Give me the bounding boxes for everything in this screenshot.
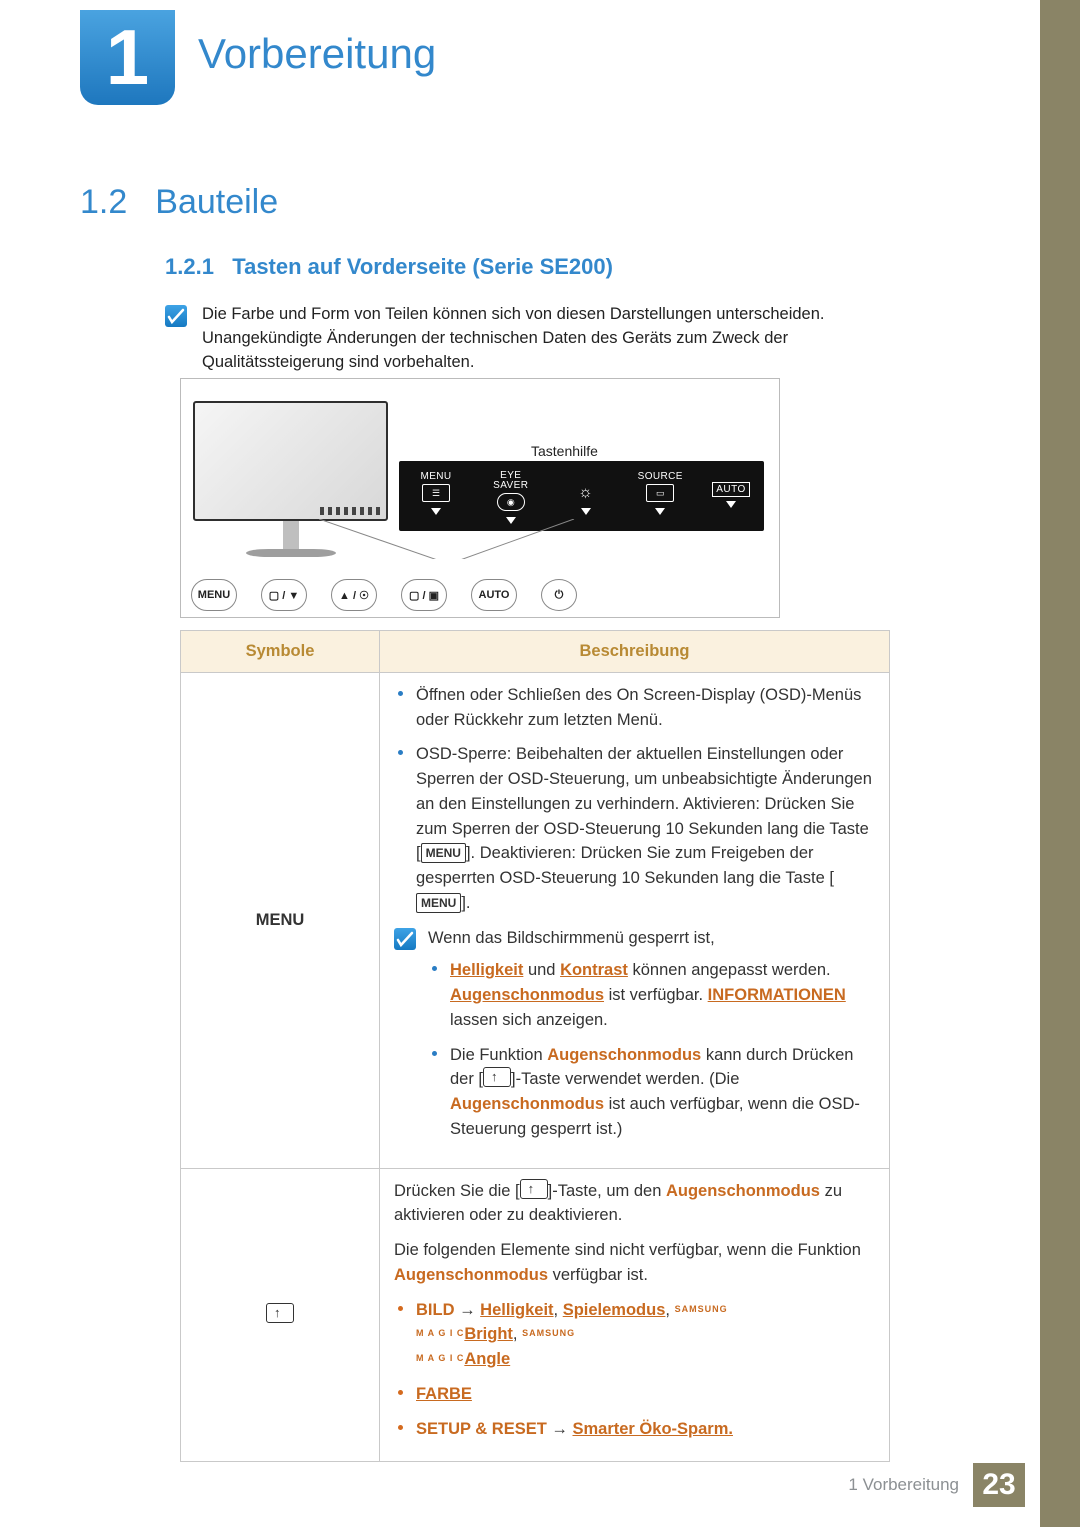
text: ]-Taste, um den xyxy=(548,1182,666,1200)
panel-source: SOURCE ▭ xyxy=(635,471,685,515)
link-kontrast[interactable]: Kontrast xyxy=(560,961,628,979)
link-augenschonmodus[interactable]: Augenschonmodus xyxy=(450,986,604,1004)
panel-menu: MENU ☰ xyxy=(411,471,461,515)
panel-eye-saver: EYESAVER ◉ xyxy=(486,471,536,524)
circ-eye: ▢ / ▼ xyxy=(261,579,307,611)
note-icon xyxy=(165,305,187,327)
panel-menu-label: MENU xyxy=(411,471,461,482)
text: Augenschonmodus xyxy=(450,1095,604,1113)
footer: 1 Vorbereitung 23 xyxy=(848,1463,1025,1507)
button-help-panel: MENU ☰ EYESAVER ◉ ☼ SOURCE ▭ AUTO xyxy=(399,461,764,531)
arrow-icon: → xyxy=(547,1420,573,1438)
note-block: Die Farbe und Form von Teilen können sic… xyxy=(165,303,895,375)
desc-menu: Öffnen oder Schließen des On Screen-Disp… xyxy=(380,672,890,1168)
right-sidebar xyxy=(1040,0,1080,1527)
page-number: 23 xyxy=(973,1463,1025,1507)
list-item: Öffnen oder Schließen des On Screen-Disp… xyxy=(416,683,875,733)
sym-eye xyxy=(181,1168,380,1462)
symbol-description-table: Symbole Beschreibung MENU Öffnen oder Sc… xyxy=(180,630,890,1462)
text: Augenschonmodus xyxy=(394,1266,548,1284)
circ-up: ▲ / ☉ xyxy=(331,579,377,611)
circ-power: ⏻ xyxy=(541,579,577,611)
monitor-illustration xyxy=(193,401,388,557)
inline-note: Wenn das Bildschirmmenü gesperrt ist, He… xyxy=(394,926,875,1152)
th-description: Beschreibung xyxy=(380,631,890,673)
arrow-icon: → xyxy=(455,1301,481,1319)
text: ]. xyxy=(461,894,470,912)
text: , xyxy=(665,1301,674,1319)
link-farbe[interactable]: FARBE xyxy=(416,1385,472,1403)
menu-chip: MENU xyxy=(421,843,466,863)
text: Augenschonmodus xyxy=(666,1182,820,1200)
text: ]. Deaktivieren: Drücken Sie zum Freigeb… xyxy=(416,844,834,887)
link-informationen[interactable]: INFORMATIONEN xyxy=(708,986,846,1004)
link-helligkeit[interactable]: Helligkeit xyxy=(450,961,523,979)
panel-label: Tastenhilfe xyxy=(531,443,598,459)
circ-menu: MENU xyxy=(191,579,237,611)
subsection-heading: 1.2.1 Tasten auf Vorderseite (Serie SE20… xyxy=(165,254,613,280)
text: , xyxy=(513,1325,522,1343)
text: SETUP & RESET xyxy=(416,1420,547,1438)
text: BILD xyxy=(416,1301,455,1319)
text: verfügbar ist. xyxy=(548,1266,648,1284)
panel-brightness: ☼ xyxy=(561,471,611,515)
table-row: MENU Öffnen oder Schließen des On Screen… xyxy=(181,672,890,1168)
text: Wenn das Bildschirmmenü gesperrt ist, xyxy=(428,926,875,951)
text: Drücken Sie die [ xyxy=(394,1182,520,1200)
list-item: FARBE xyxy=(416,1382,875,1407)
eye-icon xyxy=(483,1067,511,1087)
subsection-title: Tasten auf Vorderseite (Serie SE200) xyxy=(232,254,613,279)
panel-auto-label: AUTO xyxy=(712,482,750,497)
subsection-number: 1.2.1 xyxy=(165,254,214,279)
link-spielemodus[interactable]: Spielemodus xyxy=(563,1301,666,1319)
link-angle[interactable]: Angle xyxy=(464,1350,510,1368)
th-symbols: Symbole xyxy=(181,631,380,673)
link-helligkeit[interactable]: Helligkeit xyxy=(480,1301,553,1319)
note-text: Die Farbe und Form von Teilen können sic… xyxy=(202,303,895,375)
text: Die Funktion xyxy=(450,1046,547,1064)
table-row: Drücken Sie die [ ]-Taste, um den Augensc… xyxy=(181,1168,890,1462)
eye-icon xyxy=(520,1179,548,1199)
panel-eye-label: EYESAVER xyxy=(486,471,536,491)
list-item: Die Funktion Augenschonmodus kann durch … xyxy=(450,1043,875,1142)
text: lassen sich anzeigen. xyxy=(450,1011,608,1029)
circ-auto: AUTO xyxy=(471,579,517,611)
chapter-title: Vorbereitung xyxy=(198,30,436,78)
section-title: Bauteile xyxy=(155,183,278,222)
link-bright[interactable]: Bright xyxy=(464,1325,513,1343)
text: ]-Taste verwendet werden. (Die xyxy=(511,1070,739,1088)
chapter-number-badge: 1 xyxy=(80,10,175,105)
list-item: Helligkeit und Kontrast können angepasst… xyxy=(450,958,875,1032)
panel-source-label: SOURCE xyxy=(635,471,685,482)
menu-chip: MENU xyxy=(416,893,461,913)
list-item: OSD-Sperre: Beibehalten der aktuellen Ei… xyxy=(416,742,875,915)
circ-source: ▢ / ▣ xyxy=(401,579,447,611)
text: ist verfügbar. xyxy=(604,986,708,1004)
diagram: Tastenhilfe MENU ☰ EYESAVER ◉ ☼ SOURCE ▭… xyxy=(180,378,780,618)
panel-auto: AUTO xyxy=(710,471,752,508)
text: Augenschonmodus xyxy=(547,1046,701,1064)
text: , xyxy=(554,1301,563,1319)
eye-icon xyxy=(266,1303,294,1323)
link-smarter-oeko[interactable]: Smarter Öko-Sparm. xyxy=(572,1420,732,1438)
note-icon xyxy=(394,928,416,950)
button-circles: MENU ▢ / ▼ ▲ / ☉ ▢ / ▣ AUTO ⏻ xyxy=(191,579,577,611)
section-number: 1.2 xyxy=(80,183,127,222)
sym-menu: MENU xyxy=(181,672,380,1168)
list-item: BILD → Helligkeit, Spielemodus, SAMSUNGM… xyxy=(416,1298,875,1372)
footer-chapter: 1 Vorbereitung xyxy=(848,1475,959,1495)
text: können angepasst werden. xyxy=(628,961,831,979)
desc-eye: Drücken Sie die [ ]-Taste, um den Augensc… xyxy=(380,1168,890,1462)
list-item: SETUP & RESET → Smarter Öko-Sparm. xyxy=(416,1417,875,1442)
text: Die folgenden Elemente sind nicht verfüg… xyxy=(394,1241,861,1259)
text: und xyxy=(523,961,560,979)
